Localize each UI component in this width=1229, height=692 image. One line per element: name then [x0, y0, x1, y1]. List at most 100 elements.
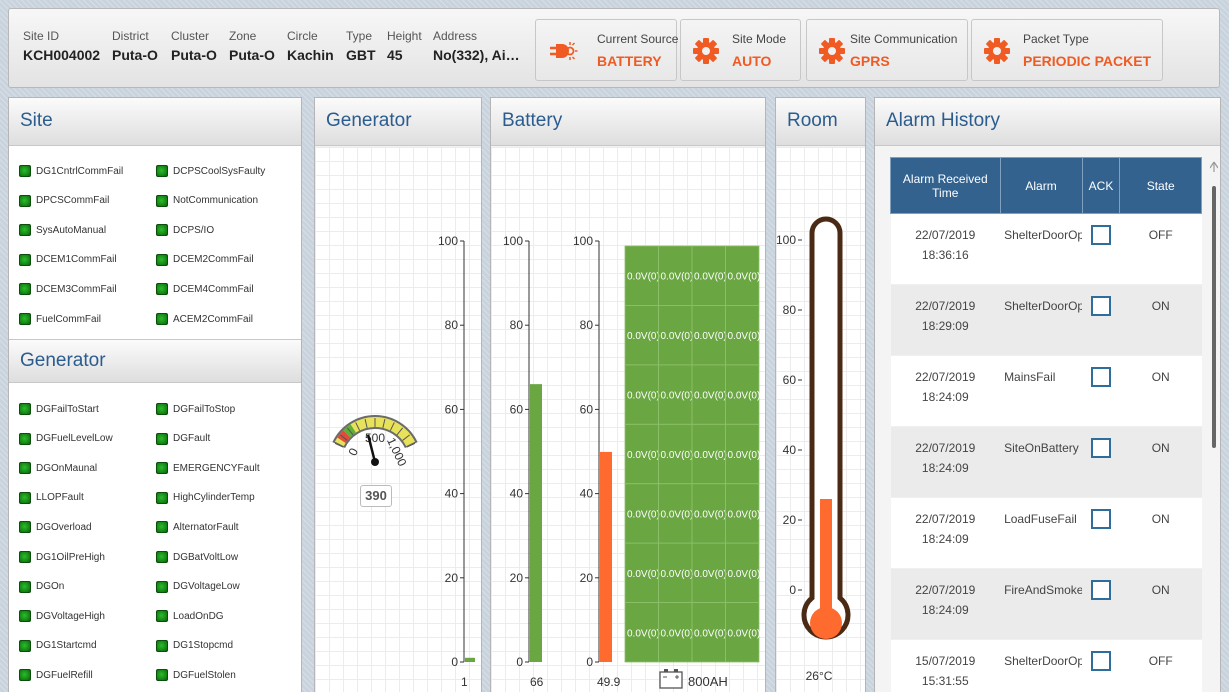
alarm-indicator-label: LLOPFault — [36, 492, 84, 504]
alarm-indicator: DGFailToStart — [19, 401, 99, 417]
battery-cell-voltage: 0.0V(0) — [728, 272, 761, 283]
ack-checkbox[interactable] — [1091, 296, 1111, 316]
axis-tick-label: 20 — [580, 571, 594, 585]
alarm-indicator-label: LoadOnDG — [173, 610, 224, 622]
packet-type-value: PERIODIC PACKET — [1023, 53, 1152, 69]
packet-type-card[interactable]: Packet Type PERIODIC PACKET — [971, 19, 1163, 81]
alarm-row[interactable]: 22/07/2019 18:24:09 LoadFuseFail ON — [890, 497, 1202, 569]
alarm-row[interactable]: 22/07/2019 18:24:09 MainsFail ON — [890, 355, 1202, 427]
col-received-time[interactable]: Alarm Received Time — [890, 157, 1001, 214]
alarm-state: OFF — [1148, 228, 1173, 242]
alarm-indicator-label: FuelCommFail — [36, 313, 102, 325]
status-led-icon — [19, 462, 31, 475]
col-alarm[interactable]: Alarm — [999, 157, 1083, 214]
alarm-state: ON — [1151, 299, 1170, 313]
gauge-value-readout: 390 — [360, 485, 392, 507]
battery-bar-1-fill — [530, 384, 542, 662]
alarm-indicator-label: DCPSCoolSysFaulty — [173, 165, 266, 177]
battery-cell-voltage: 0.0V(0) — [728, 331, 761, 342]
alarm-date: 22/07/2019 — [915, 441, 976, 455]
col-ack[interactable]: ACK — [1081, 157, 1121, 214]
alarm-time: 18:24:09 — [921, 603, 969, 617]
status-led-icon — [19, 639, 31, 652]
axis-tick-label: 80 — [580, 318, 594, 332]
alarm-date: 22/07/2019 — [915, 512, 976, 526]
ack-checkbox[interactable] — [1091, 651, 1111, 671]
battery-cell-voltage: 0.0V(0) — [728, 391, 761, 402]
alarm-row[interactable]: 22/07/2019 18:24:09 SiteOnBattery ON — [890, 426, 1202, 498]
alarm-date: 15/07/2019 — [915, 654, 976, 668]
alarm-row[interactable]: 15/07/2019 15:31:55 ShelterDoorOpe OFF — [890, 639, 1202, 692]
type-field: Type GBT — [346, 29, 376, 63]
site-communication-card[interactable]: Site Communication GPRS — [806, 19, 968, 81]
alarm-indicator: DG1OilPreHigh — [19, 549, 105, 565]
status-led-icon — [19, 194, 31, 207]
alarm-indicator-label: DCEM3CommFail — [36, 283, 117, 295]
alarm-row[interactable]: 22/07/2019 18:24:09 FireAndSmoke ON — [890, 568, 1202, 640]
site-id-label: Site ID — [23, 29, 60, 43]
alarm-row[interactable]: 22/07/2019 18:29:09 ShelterDoorOpe ON — [890, 284, 1202, 356]
alarm-indicator: DG1CntrlCommFail — [19, 163, 123, 179]
battery-cell-voltage: 0.0V(0) — [694, 272, 727, 283]
current-source-card[interactable]: Current Source BATTERY — [535, 19, 678, 81]
room-panel: Room 100 80 60 40 20 0 26°C — [775, 97, 866, 692]
axis-tick-label: 80 — [510, 318, 524, 332]
thermometer-tick-label: 80 — [783, 303, 797, 317]
circle-value: Kachin — [287, 47, 334, 63]
alarm-time-cell: 15/07/2019 15:31:55 — [890, 639, 1001, 692]
type-label: Type — [346, 29, 373, 43]
ack-checkbox[interactable] — [1091, 580, 1111, 600]
battery-cell-voltage: 0.0V(0) — [627, 628, 660, 639]
alarm-state-cell: ON — [1119, 497, 1202, 569]
alarm-indicator: DGVoltageLow — [156, 579, 240, 595]
zone-label: Zone — [229, 29, 257, 43]
status-led-icon — [156, 639, 168, 652]
alarm-ack-cell — [1082, 568, 1120, 640]
ack-checkbox[interactable] — [1091, 509, 1111, 529]
ack-checkbox[interactable] — [1091, 367, 1111, 387]
alarm-date: 22/07/2019 — [915, 299, 976, 313]
col-state[interactable]: State — [1119, 157, 1202, 214]
gauge-scale-label: 0 — [345, 446, 361, 458]
alarm-state: ON — [1151, 370, 1170, 384]
height-value: 45 — [387, 47, 403, 63]
alarm-history-panel: Alarm History Alarm Received Time Alarm … — [874, 97, 1221, 692]
address-value: No(332), Ai… — [433, 47, 520, 63]
status-led-icon — [19, 580, 31, 593]
alarm-indicator: DGFuelRefill — [19, 667, 93, 683]
alarm-indicator: DGFailToStop — [156, 401, 235, 417]
alarm-scrollbar[interactable] — [1210, 160, 1218, 692]
alarm-indicator: DCEM4CommFail — [156, 281, 254, 297]
battery-cell-voltage: 0.0V(0) — [694, 628, 727, 639]
alarm-indicator: HighCylinderTemp — [156, 490, 255, 506]
battery-capacity-label: 800AH — [688, 674, 728, 689]
alarm-indicator: DCPSCoolSysFaulty — [156, 163, 265, 179]
room-temperature-value: 26°C — [806, 669, 833, 683]
alarm-name-cell: ShelterDoorOpe — [1000, 639, 1083, 692]
thermometer-fill — [820, 499, 832, 618]
height-field: Height 45 — [387, 29, 422, 63]
zone-field: Zone Puta-O — [229, 29, 275, 63]
ack-checkbox[interactable] — [1091, 225, 1111, 245]
gear-icon — [819, 38, 845, 64]
alarm-row[interactable]: 22/07/2019 18:36:16 ShelterDoorOpe OFF — [890, 213, 1202, 285]
battery-bar-2: 100 80 60 40 20 0 49.9 — [573, 234, 621, 689]
alarm-name-cell: ShelterDoorOpe — [1000, 284, 1083, 356]
alarm-indicator: DGVoltageHigh — [19, 608, 105, 624]
alarm-date: 22/07/2019 — [915, 370, 976, 384]
battery-cell-voltage: 0.0V(0) — [661, 331, 694, 342]
alarm-name: ShelterDoorOpe — [1004, 228, 1082, 242]
site-mode-card[interactable]: Site Mode AUTO — [680, 19, 801, 81]
alarm-state: OFF — [1148, 654, 1173, 668]
status-led-icon — [19, 403, 31, 415]
status-led-icon — [19, 432, 31, 445]
status-led-icon — [156, 224, 168, 237]
ack-checkbox[interactable] — [1091, 438, 1111, 458]
site-communication-label: Site Communication — [850, 32, 958, 46]
thermometer-bulb — [810, 607, 842, 639]
site-id-value: KCH004002 — [23, 47, 101, 63]
alarm-indicator-label: DGVoltageLow — [173, 581, 240, 593]
axis-tick-label: 20 — [445, 571, 459, 585]
alarm-history-title: Alarm History — [875, 98, 1220, 146]
thermometer-tick-label: 20 — [783, 513, 797, 527]
